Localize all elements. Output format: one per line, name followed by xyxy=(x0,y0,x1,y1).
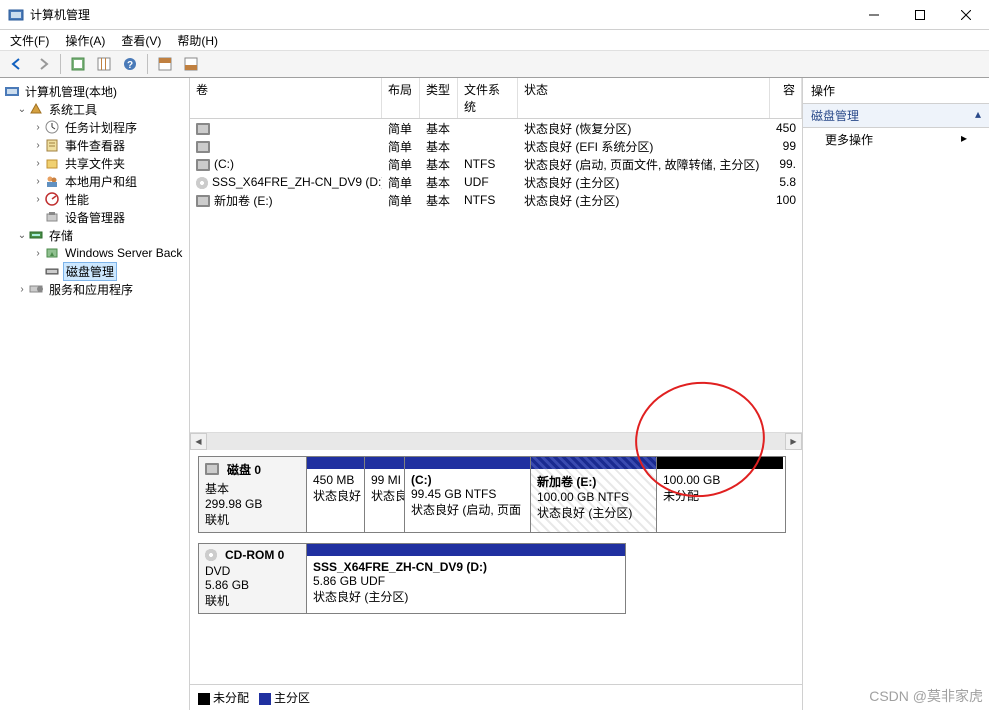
col-fs[interactable]: 文件系统 xyxy=(458,78,518,118)
legend-swatch-unalloc xyxy=(198,693,210,705)
close-button[interactable] xyxy=(943,0,989,30)
partition[interactable]: 99 MI状态良 xyxy=(365,457,405,532)
col-type[interactable]: 类型 xyxy=(420,78,458,118)
menu-view[interactable]: 查看(V) xyxy=(119,30,163,51)
col-status[interactable]: 状态 xyxy=(518,78,770,118)
disk-row-0[interactable]: 磁盘 0 基本 299.98 GB 联机 450 MB状态良好99 MI状态良(… xyxy=(198,456,794,533)
minimize-button[interactable] xyxy=(851,0,897,30)
watermark: CSDN @莫非家虎 xyxy=(869,686,983,706)
actions-header: 操作 xyxy=(803,78,989,104)
tree-shared[interactable]: ›共享文件夹 xyxy=(2,154,187,172)
disk-icon xyxy=(205,463,219,475)
actions-pane: 操作 磁盘管理▴ 更多操作▸ xyxy=(803,78,989,710)
menu-help[interactable]: 帮助(H) xyxy=(175,30,220,51)
disk-map: 磁盘 0 基本 299.98 GB 联机 450 MB状态良好99 MI状态良(… xyxy=(190,450,802,685)
tree-wsb[interactable]: ›Windows Server Back xyxy=(2,244,187,262)
volume-row[interactable]: 简单基本状态良好 (恢复分区)450 xyxy=(190,119,802,137)
tree-root[interactable]: 计算机管理(本地) xyxy=(2,82,187,100)
hscrollbar[interactable]: ◀ ▶ xyxy=(190,432,802,450)
tree-devmgr[interactable]: 设备管理器 xyxy=(2,208,187,226)
disc-icon xyxy=(205,549,217,561)
help-icon[interactable]: ? xyxy=(119,53,141,75)
partition-cdrom[interactable]: SSS_X64FRE_ZH-CN_DV9 (D:) 5.86 GB UDF 状态… xyxy=(307,544,625,613)
maximize-button[interactable] xyxy=(897,0,943,30)
tree-perf[interactable]: ›性能 xyxy=(2,190,187,208)
action-more[interactable]: 更多操作▸ xyxy=(803,128,989,151)
toolbar: ? xyxy=(0,50,989,78)
partition[interactable]: 450 MB状态良好 xyxy=(307,457,365,532)
vol-icon xyxy=(196,123,210,135)
svg-text:?: ? xyxy=(127,60,133,71)
vol-icon xyxy=(196,141,210,153)
col-layout[interactable]: 布局 xyxy=(382,78,420,118)
col-capacity[interactable]: 容 xyxy=(770,78,802,118)
titlebar: 计算机管理 xyxy=(0,0,989,30)
volume-row[interactable]: (C:)简单基本NTFS状态良好 (启动, 页面文件, 故障转储, 主分区)99… xyxy=(190,155,802,173)
view-list-icon[interactable] xyxy=(93,53,115,75)
partition[interactable]: 新加卷 (E:)100.00 GB NTFS状态良好 (主分区) xyxy=(531,457,657,532)
legend-swatch-primary xyxy=(259,693,271,705)
partition[interactable]: (C:)99.45 GB NTFS状态良好 (启动, 页面 xyxy=(405,457,531,532)
vol-icon xyxy=(196,159,210,171)
vol-icon xyxy=(196,195,210,207)
partition[interactable]: 100.00 GB未分配 xyxy=(657,457,783,532)
nav-tree: 计算机管理(本地) ⌄系统工具 ›任务计划程序 ›事件查看器 ›共享文件夹 ›本… xyxy=(0,78,190,710)
disc-icon xyxy=(196,177,208,189)
center-pane: 卷 布局 类型 文件系统 状态 容 简单基本状态良好 (恢复分区)450简单基本… xyxy=(190,78,803,710)
volume-row[interactable]: 新加卷 (E:)简单基本NTFS状态良好 (主分区)100 xyxy=(190,191,802,209)
chevron-right-icon: ▸ xyxy=(961,131,967,148)
refresh-icon[interactable] xyxy=(67,53,89,75)
menu-file[interactable]: 文件(F) xyxy=(8,30,51,51)
tree-systools[interactable]: ⌄系统工具 xyxy=(2,100,187,118)
window-title: 计算机管理 xyxy=(30,6,851,23)
tree-diskmgmt[interactable]: 磁盘管理 xyxy=(2,262,187,280)
disk0-label: 磁盘 0 基本 299.98 GB 联机 xyxy=(198,456,306,533)
tree-task[interactable]: ›任务计划程序 xyxy=(2,118,187,136)
back-button[interactable] xyxy=(6,53,28,75)
app-icon xyxy=(8,7,24,23)
tree-eventv[interactable]: ›事件查看器 xyxy=(2,136,187,154)
scroll-right-icon[interactable]: ▶ xyxy=(785,433,802,450)
menu-action[interactable]: 操作(A) xyxy=(63,30,107,51)
tree-users[interactable]: ›本地用户和组 xyxy=(2,172,187,190)
view-bottom-icon[interactable] xyxy=(180,53,202,75)
scroll-left-icon[interactable]: ◀ xyxy=(190,433,207,450)
volume-row[interactable]: SSS_X64FRE_ZH-CN_DV9 (D:)简单基本UDF状态良好 (主分… xyxy=(190,173,802,191)
volume-list: 简单基本状态良好 (恢复分区)450简单基本状态良好 (EFI 系统分区)99(… xyxy=(190,119,802,209)
volume-list-header: 卷 布局 类型 文件系统 状态 容 xyxy=(190,78,802,119)
cdrom-label: CD-ROM 0 DVD 5.86 GB 联机 xyxy=(198,543,306,614)
view-top-icon[interactable] xyxy=(154,53,176,75)
tree-services[interactable]: ›服务和应用程序 xyxy=(2,280,187,298)
legend: 未分配 主分区 xyxy=(190,684,802,710)
disk-row-cdrom[interactable]: CD-ROM 0 DVD 5.86 GB 联机 SSS_X64FRE_ZH-CN… xyxy=(198,543,794,614)
forward-button[interactable] xyxy=(32,53,54,75)
volume-row[interactable]: 简单基本状态良好 (EFI 系统分区)99 xyxy=(190,137,802,155)
actions-section[interactable]: 磁盘管理▴ xyxy=(803,104,989,128)
tree-storage[interactable]: ⌄存储 xyxy=(2,226,187,244)
collapse-icon: ▴ xyxy=(975,107,981,124)
col-volume[interactable]: 卷 xyxy=(190,78,382,118)
menubar: 文件(F) 操作(A) 查看(V) 帮助(H) xyxy=(0,30,989,50)
